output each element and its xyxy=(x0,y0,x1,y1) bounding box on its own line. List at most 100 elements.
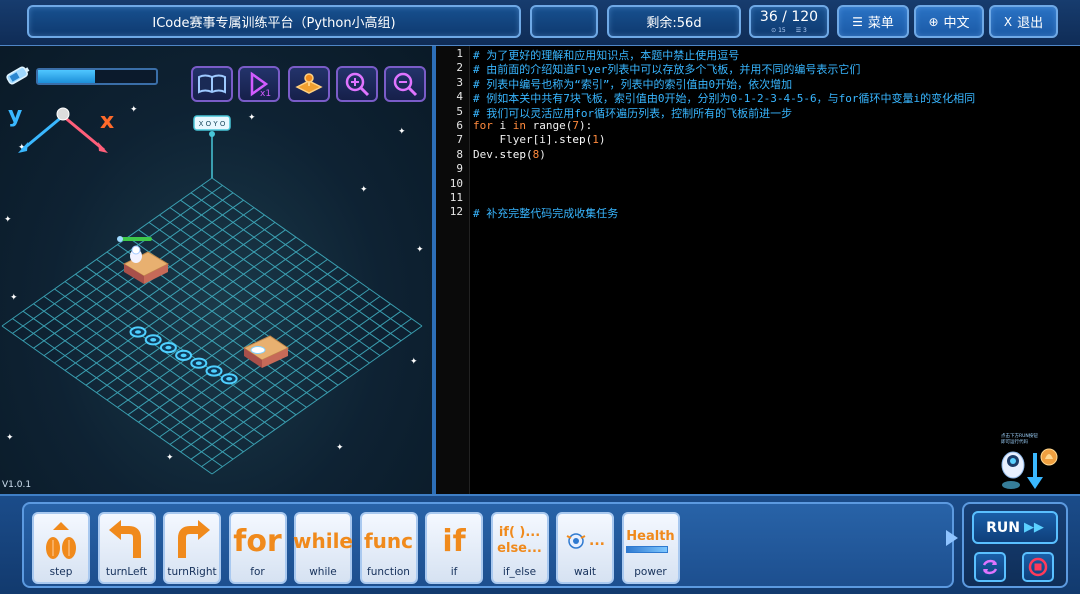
block-label: while xyxy=(309,566,337,578)
code-editor[interactable]: 1 # 为了更好的理解和应用知识点，本题中禁止使用逗号 2 # 由前面的介绍知道Fly… xyxy=(436,46,1080,494)
code-line[interactable]: 7 Flyer[i].step(1) xyxy=(436,133,1080,147)
code-token: # 我们可以灵活应用for循环遍历列表，控制所有的飞板前进一步 xyxy=(473,106,793,120)
code-line[interactable]: 11 xyxy=(436,191,1080,205)
line-number: 12 xyxy=(449,205,463,219)
language-button[interactable]: ⊕ 中文 xyxy=(914,5,984,38)
code-line[interactable]: 2 # 由前面的介绍知道Flyer列表中可以存放多个飞板，并用不同的编号表示它们 xyxy=(436,61,1080,76)
code-token: # 补充完整代码完成收集任务 xyxy=(473,207,619,221)
block-label: wait xyxy=(573,566,597,578)
line-number: 4 xyxy=(456,90,463,104)
block-label: step xyxy=(49,566,73,578)
flyer-core xyxy=(150,338,157,342)
block-while[interactable]: while while xyxy=(293,512,353,584)
refresh-icon xyxy=(982,559,998,575)
code-token: i xyxy=(492,119,513,132)
game-canvas[interactable]: ✦ ✦ ✦ ✦ ✦ ✦ ✦ ✦ ✦ ✦ ✦ ✦ x1 y x X O Y O V… xyxy=(0,46,432,494)
line-number: 2 xyxy=(456,61,463,75)
code-token: # 列表中编号也称为“索引”，列表中的索引值由0开始，依次增加 xyxy=(473,77,793,91)
block-if[interactable]: if if xyxy=(425,512,483,584)
line-content: # 补充完整代码完成收集任务 xyxy=(473,205,618,221)
line-number: 3 xyxy=(456,75,463,89)
code-token: range( xyxy=(526,119,573,132)
time-remaining: 剩余:56d xyxy=(607,5,741,38)
flyer-core xyxy=(135,330,141,334)
progress-sub-a: ⊙ 15 xyxy=(771,26,786,34)
progress-sub: ⊙ 15 ☰ 3 xyxy=(771,26,807,34)
if-art-text: if( )... xyxy=(498,524,541,540)
block-label: turnLeft xyxy=(105,566,148,578)
else-art-text: else... xyxy=(497,541,542,556)
flyer-core xyxy=(180,353,187,358)
flyer-core xyxy=(226,377,233,381)
version-label: V1.0.1 xyxy=(2,480,32,490)
assistant-robot-icon[interactable]: 点击下方RUN按钮 即可运行代码 xyxy=(999,429,1059,493)
power-art-text: Health xyxy=(626,528,675,544)
line-content: Dev.step(8) xyxy=(473,148,546,161)
menu-icon: ☰ xyxy=(852,14,863,29)
block-power[interactable]: Health power xyxy=(621,512,680,584)
line-number: 7 xyxy=(456,133,463,147)
run-label: RUN xyxy=(986,519,1020,536)
code-token: 1 xyxy=(592,133,599,147)
block-turnright[interactable]: turnRight xyxy=(163,512,221,584)
code-line[interactable]: 6 for i in range(7): xyxy=(436,119,1080,133)
code-token: Dev. xyxy=(473,147,500,161)
block-for[interactable]: for for xyxy=(228,512,287,584)
line-number: 10 xyxy=(449,176,463,190)
block-palette: step turnLeft turnRight for for while while fun… xyxy=(22,502,954,588)
code-line[interactable]: 5 # 我们可以灵活应用for循环遍历列表，控制所有的飞板前进一步 xyxy=(436,104,1080,120)
function-icon: func xyxy=(363,529,414,553)
code-token: ): xyxy=(578,119,593,132)
step-icon xyxy=(34,518,88,564)
block-if-else[interactable]: if( )... else... if_else xyxy=(490,512,549,584)
code-line[interactable]: 8 Dev.step(8) xyxy=(436,148,1080,162)
target-label: X O Y O xyxy=(199,120,226,128)
while-icon: while xyxy=(293,529,353,553)
globe-icon: ⊕ xyxy=(928,14,939,29)
code-token: step( xyxy=(499,147,533,161)
block-function[interactable]: func function xyxy=(359,512,418,584)
code-line[interactable]: 3 # 列表中编号也称为“索引”，列表中的索引值由0开始，依次增加 xyxy=(436,75,1080,91)
block-label: if xyxy=(450,566,458,578)
block-step[interactable]: step xyxy=(32,512,90,584)
code-line[interactable]: 12 # 补充完整代码完成收集任务 xyxy=(436,205,1080,221)
flyer-core xyxy=(165,345,172,350)
stop-icon xyxy=(1028,557,1048,577)
exit-label: 退出 xyxy=(1017,16,1044,31)
line-content: Flyer[i].step(1) xyxy=(473,133,605,146)
code-token: # 为了更好的理解和应用知识点，本题中禁止使用逗号 xyxy=(473,49,740,62)
run-button[interactable]: RUN ▶▶ xyxy=(972,511,1058,544)
code-token: ) xyxy=(598,133,606,147)
menu-button[interactable]: ☰ 菜单 xyxy=(837,5,909,38)
block-wait[interactable]: ... wait xyxy=(556,512,614,584)
power-icon: Health xyxy=(624,518,678,564)
palette-next-arrow-icon[interactable] xyxy=(946,530,958,546)
fast-forward-icon: ▶▶ xyxy=(1023,520,1044,535)
if-else-icon: if( )... else... xyxy=(493,518,547,564)
blank-panel xyxy=(530,5,598,38)
flyer-core xyxy=(195,361,202,366)
line-number: 5 xyxy=(456,104,463,118)
line-number: 1 xyxy=(456,47,463,60)
for-icon: for xyxy=(233,523,282,559)
code-line[interactable]: 4 # 例如本关中共有7块飞板，索引值由0开始，分别为0-1-2-3-4-5-6，… xyxy=(436,90,1080,106)
block-label: for xyxy=(250,566,265,578)
code-token: for xyxy=(473,119,493,132)
block-turnleft[interactable]: turnLeft xyxy=(97,512,156,584)
line-number: 11 xyxy=(449,191,463,204)
reset-button[interactable] xyxy=(974,552,1006,582)
turnleft-icon xyxy=(100,518,154,564)
block-label: if_else xyxy=(502,566,537,578)
top-bar: ICode赛事专属训练平台（Python小高组) 剩余:56d 36 / 120… xyxy=(0,0,1080,46)
block-label: power xyxy=(634,566,667,578)
code-line[interactable]: 1 # 为了更好的理解和应用知识点，本题中禁止使用逗号 xyxy=(436,47,1080,62)
line-number: 6 xyxy=(456,119,463,132)
exit-button[interactable]: X 退出 xyxy=(989,5,1058,38)
code-token: ) xyxy=(539,147,546,161)
progress-count: 36 / 120 xyxy=(759,8,819,25)
progress-sub-b: ☰ 3 xyxy=(795,26,807,34)
code-line[interactable]: 10 xyxy=(436,177,1080,191)
code-line[interactable]: 9 xyxy=(436,162,1080,176)
stop-button[interactable] xyxy=(1022,552,1054,582)
code-token: # 例如本关中共有7块飞板，索引值由0开始，分别为0-1-2-3-4-5-6，与… xyxy=(473,92,976,106)
